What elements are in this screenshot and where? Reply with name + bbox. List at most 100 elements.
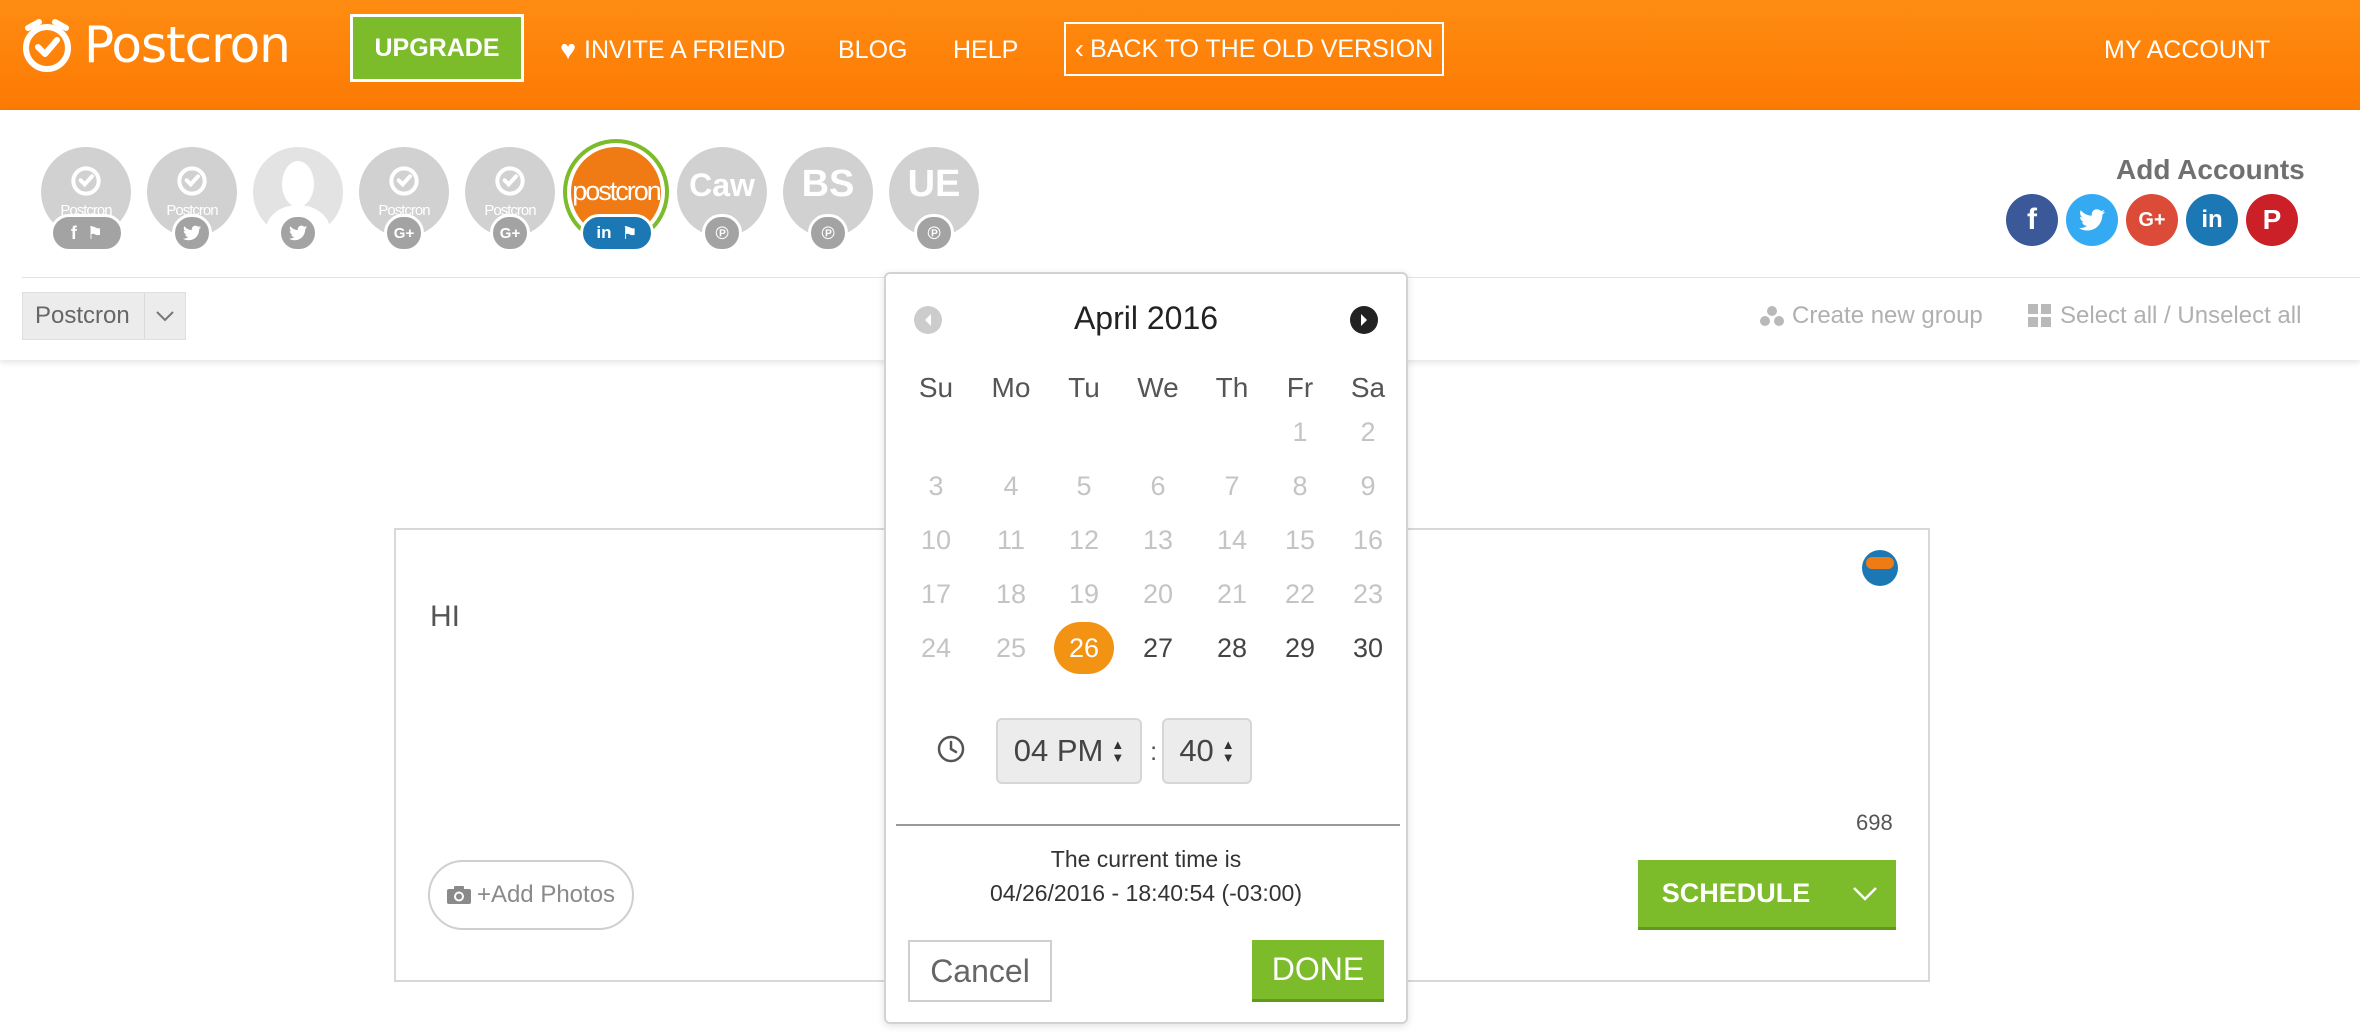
avatar-initials: Caw bbox=[689, 167, 755, 203]
add-linkedin-button[interactable]: in bbox=[2186, 194, 2238, 246]
calendar-day: 12 bbox=[1054, 518, 1114, 562]
calendar-day-number: 18 bbox=[995, 579, 1027, 609]
calendar-day: 16 bbox=[1338, 518, 1398, 562]
add-facebook-button[interactable]: f bbox=[2006, 194, 2058, 246]
calendar-day: 10 bbox=[906, 518, 966, 562]
calendar-day-number: 6 bbox=[1150, 471, 1166, 501]
invite-friend-link[interactable]: ♥ INVITE A FRIEND bbox=[560, 30, 785, 70]
back-to-old-version-label: BACK TO THE OLD VERSION bbox=[1090, 34, 1434, 63]
calendar-day: 7 bbox=[1202, 464, 1262, 508]
calendar-day-number: 19 bbox=[1068, 579, 1100, 609]
calendar-day-number: 3 bbox=[928, 471, 944, 501]
minute-select[interactable]: 40 ▲ ▼ bbox=[1162, 718, 1252, 784]
calendar-day[interactable]: 28 bbox=[1202, 626, 1262, 670]
pinterest-icon: P bbox=[2262, 204, 2282, 235]
network-badge bbox=[278, 214, 318, 252]
add-google-plus-button[interactable]: G+ bbox=[2126, 194, 2178, 246]
current-time-label: The current time is bbox=[1050, 846, 1242, 872]
postcron-logo-icon bbox=[71, 166, 101, 196]
calendar-day-number: 13 bbox=[1142, 525, 1174, 555]
group-select[interactable]: Postcron bbox=[22, 292, 186, 340]
calendar-day-number: 12 bbox=[1068, 525, 1100, 555]
calendar-day: 9 bbox=[1338, 464, 1398, 508]
chevron-left-icon: ‹ bbox=[1074, 33, 1085, 64]
calendar-day-number: 9 bbox=[1360, 471, 1376, 501]
clock-icon bbox=[937, 735, 965, 763]
calendar-day: 14 bbox=[1202, 518, 1262, 562]
calendar-day-number: 22 bbox=[1284, 579, 1316, 609]
calendar-day-number: 27 bbox=[1142, 633, 1174, 663]
calendar-day-number: 24 bbox=[920, 633, 952, 663]
select-all-link[interactable]: Select all / Unselect all bbox=[2028, 302, 2301, 330]
post-text-input[interactable]: HI bbox=[430, 600, 460, 634]
done-button[interactable]: DONE bbox=[1252, 940, 1384, 1002]
postcron-logo-icon bbox=[1866, 557, 1894, 569]
calendar-day: 18 bbox=[981, 572, 1041, 616]
calendar-day[interactable]: 27 bbox=[1128, 626, 1188, 670]
weekday-label: Tu bbox=[1068, 372, 1100, 403]
calendar-day-number: 29 bbox=[1284, 633, 1316, 663]
network-badge: G+ bbox=[490, 214, 530, 252]
calendar-day-number: 14 bbox=[1216, 525, 1248, 555]
create-new-group-link[interactable]: Create new group bbox=[1760, 302, 1983, 330]
selected-account-avatar bbox=[1862, 550, 1898, 586]
group-select-value: Postcron bbox=[23, 293, 145, 339]
default-avatar-icon bbox=[282, 161, 314, 207]
add-photos-label: +Add Photos bbox=[476, 881, 616, 908]
spinner-arrows-icon: ▲ ▼ bbox=[1221, 737, 1235, 765]
calendar-day-number: 8 bbox=[1292, 471, 1308, 501]
minute-value: 40 bbox=[1179, 733, 1214, 768]
weekday-label: Mo bbox=[991, 372, 1031, 403]
calendar-day-number: 25 bbox=[995, 633, 1027, 663]
calendar-day-selected[interactable]: 26 bbox=[1054, 622, 1114, 674]
calendar-day: 19 bbox=[1054, 572, 1114, 616]
help-link[interactable]: HELP bbox=[953, 30, 1018, 70]
calendar-day-number: 11 bbox=[996, 525, 1026, 555]
pinterest-icon: ℗ bbox=[821, 222, 835, 243]
blog-link[interactable]: BLOG bbox=[838, 30, 907, 70]
calendar-day: 24 bbox=[906, 626, 966, 670]
hour-select[interactable]: 04 PM ▲ ▼ bbox=[996, 718, 1142, 784]
calendar-day-number: 2 bbox=[1360, 417, 1376, 447]
calendar-day[interactable]: 30 bbox=[1338, 626, 1398, 670]
upgrade-button[interactable]: UPGRADE bbox=[350, 14, 524, 82]
calendar-day: 22 bbox=[1270, 572, 1330, 616]
calendar-day-number: 30 bbox=[1352, 633, 1384, 663]
add-twitter-button[interactable] bbox=[2066, 194, 2118, 246]
add-accounts-label: Add Accounts bbox=[2116, 154, 2305, 185]
calendar-day: 5 bbox=[1054, 464, 1114, 508]
chevron-down-icon[interactable] bbox=[1834, 860, 1896, 927]
add-pinterest-button[interactable]: P bbox=[2246, 194, 2298, 246]
calendar-day-number: 21 bbox=[1216, 579, 1248, 609]
weekday-label: Sa bbox=[1350, 372, 1386, 403]
add-photos-button[interactable]: +Add Photos bbox=[428, 860, 634, 930]
calendar-day: 4 bbox=[981, 464, 1041, 508]
weekday-label: Th bbox=[1215, 372, 1249, 403]
postcron-logo-icon bbox=[23, 19, 71, 72]
calendar-day: 13 bbox=[1128, 518, 1188, 562]
calendar-day: 20 bbox=[1128, 572, 1188, 616]
back-to-old-version-button[interactable]: ‹ BACK TO THE OLD VERSION bbox=[1064, 22, 1444, 76]
google-plus-icon: G+ bbox=[2138, 208, 2166, 231]
avatar-label: postcron bbox=[572, 176, 661, 206]
my-account-link[interactable]: MY ACCOUNT bbox=[2104, 30, 2270, 70]
invite-friend-label: INVITE A FRIEND bbox=[584, 35, 786, 64]
spinner-arrows-icon: ▲ ▼ bbox=[1111, 737, 1125, 765]
postcron-logo-icon bbox=[177, 166, 207, 196]
next-month-button[interactable] bbox=[1350, 306, 1378, 334]
calendar-day[interactable]: 29 bbox=[1270, 626, 1330, 670]
calendar-day-number: 10 bbox=[920, 525, 952, 555]
postcron-logo[interactable]: Postcron bbox=[20, 16, 291, 74]
select-all-label: Select all / Unselect all bbox=[2060, 302, 2302, 329]
cancel-button[interactable]: Cancel bbox=[908, 940, 1052, 1002]
weekday-label: We bbox=[1137, 372, 1179, 403]
brand-name: Postcron bbox=[84, 16, 291, 74]
flag-icon: ⚑ bbox=[621, 222, 638, 243]
weekday-label: Fr bbox=[1286, 372, 1314, 403]
schedule-button[interactable]: SCHEDULE bbox=[1638, 860, 1896, 930]
calendar-day: 17 bbox=[906, 572, 966, 616]
calendar-day: 8 bbox=[1270, 464, 1330, 508]
linkedin-icon: in bbox=[2201, 206, 2223, 233]
network-badge: in ⚑ bbox=[580, 214, 654, 252]
top-navigation-bar: Postcron UPGRADE ♥ INVITE A FRIEND BLOG … bbox=[0, 0, 2360, 110]
